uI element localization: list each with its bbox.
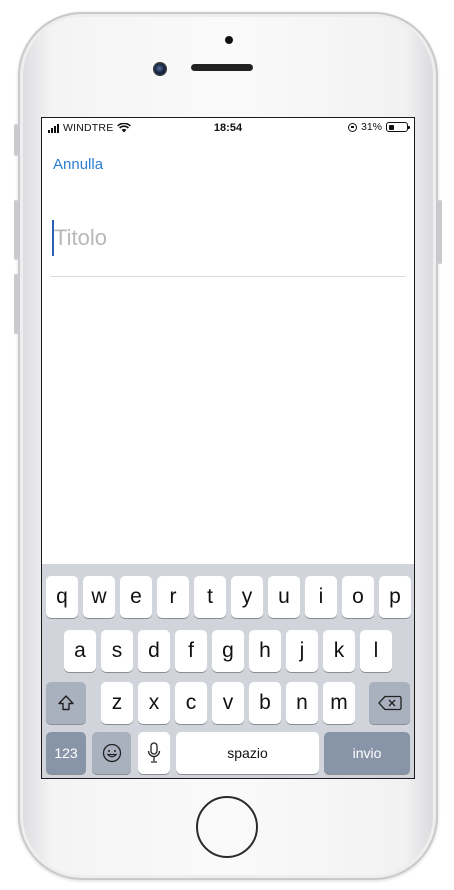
shift-key[interactable] — [46, 682, 86, 724]
key-x[interactable]: x — [138, 682, 170, 724]
key-w[interactable]: w — [83, 576, 115, 618]
volume-down-button — [14, 274, 18, 334]
return-key[interactable]: invio — [324, 732, 410, 774]
key-f[interactable]: f — [175, 630, 207, 672]
key-e[interactable]: e — [120, 576, 152, 618]
proximity-sensor — [225, 36, 233, 44]
battery-percentage: 31% — [360, 121, 382, 133]
key-i[interactable]: i — [305, 576, 337, 618]
space-key[interactable]: spazio — [176, 732, 319, 774]
shift-icon — [58, 695, 74, 711]
battery-fill — [388, 124, 394, 130]
key-b[interactable]: b — [249, 682, 281, 724]
key-c[interactable]: c — [175, 682, 207, 724]
key-y[interactable]: y — [231, 576, 263, 618]
orientation-lock-icon — [347, 122, 357, 132]
numbers-key[interactable]: 123 — [46, 732, 86, 774]
dictation-key[interactable] — [138, 732, 170, 774]
key-l[interactable]: l — [360, 630, 392, 672]
key-d[interactable]: d — [138, 630, 170, 672]
microphone-icon — [147, 742, 161, 763]
front-camera-icon — [154, 63, 166, 75]
keyboard: qwertyuiop asdfghjkl zxcvbnm 123 spazio … — [42, 564, 414, 778]
mute-switch — [14, 124, 18, 156]
delete-key[interactable] — [369, 682, 410, 724]
cancel-button[interactable]: Annulla — [53, 156, 103, 173]
emoji-icon — [102, 743, 121, 763]
key-m[interactable]: m — [323, 682, 355, 724]
screen: WINDTRE 18:54 31% Annulla Titolo qwertyu… — [42, 118, 414, 778]
key-p[interactable]: p — [379, 576, 411, 618]
key-j[interactable]: j — [286, 630, 318, 672]
key-q[interactable]: q — [46, 576, 78, 618]
key-a[interactable]: a — [64, 630, 96, 672]
key-t[interactable]: t — [194, 576, 226, 618]
key-r[interactable]: r — [157, 576, 189, 618]
device-stage: WINDTRE 18:54 31% Annulla Titolo qwertyu… — [0, 0, 454, 890]
emoji-key[interactable] — [92, 732, 131, 774]
delete-icon — [377, 695, 402, 711]
key-g[interactable]: g — [212, 630, 244, 672]
status-bar: WINDTRE 18:54 31% — [42, 118, 414, 138]
title-placeholder: Titolo — [54, 225, 107, 250]
key-v[interactable]: v — [212, 682, 244, 724]
key-z[interactable]: z — [101, 682, 133, 724]
earpiece-speaker — [191, 64, 253, 71]
battery-icon — [386, 122, 410, 132]
volume-up-button — [14, 200, 18, 260]
key-k[interactable]: k — [323, 630, 355, 672]
key-o[interactable]: o — [342, 576, 374, 618]
key-s[interactable]: s — [101, 630, 133, 672]
key-u[interactable]: u — [268, 576, 300, 618]
home-button[interactable] — [196, 796, 258, 858]
key-h[interactable]: h — [249, 630, 281, 672]
power-button — [438, 200, 442, 264]
status-bar-right: 31% — [347, 121, 410, 133]
title-input[interactable]: Titolo — [50, 216, 406, 277]
key-n[interactable]: n — [286, 682, 318, 724]
